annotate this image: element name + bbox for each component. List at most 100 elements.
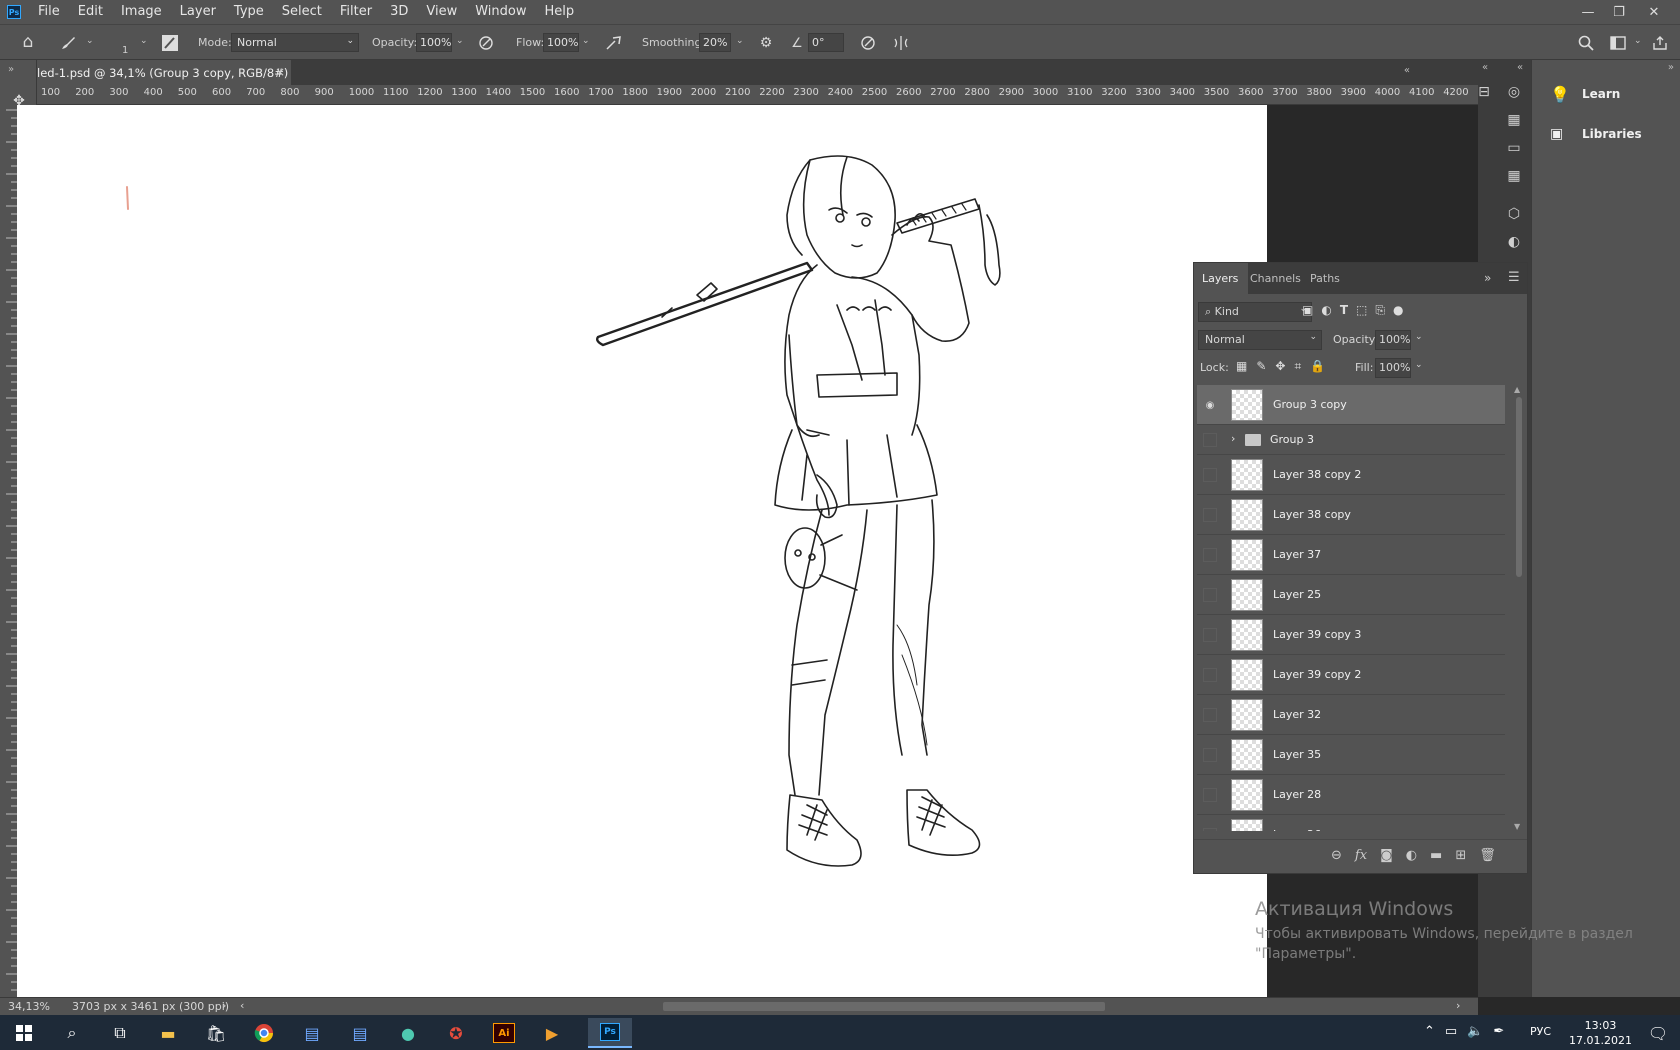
start-icon[interactable]	[2, 1018, 46, 1048]
photoshop-taskbar-icon[interactable]: Ps	[588, 1018, 632, 1048]
taskbar-search-icon[interactable]: ⌕	[50, 1018, 94, 1048]
pressure-size-icon[interactable]	[858, 33, 878, 53]
clock[interactable]: 13:03 17.01.2021	[1569, 1018, 1632, 1048]
new-group-folder-icon[interactable]: ▬	[1430, 848, 1442, 863]
illustrator-icon[interactable]: Ai	[482, 1018, 526, 1048]
zoom-level[interactable]: 34,13%	[8, 1000, 50, 1013]
lock-transparent-icon[interactable]: ▦	[1236, 359, 1247, 374]
layer-visibility-eye-icon[interactable]	[1203, 508, 1217, 522]
layer-list-scrollbar[interactable]: ▲ ▼	[1514, 385, 1524, 831]
menu-select[interactable]: Select	[273, 0, 331, 24]
menu-window[interactable]: Window	[466, 0, 535, 24]
gradients-icon[interactable]: ▭	[1500, 134, 1528, 162]
menu-filter[interactable]: Filter	[331, 0, 381, 24]
layer-row[interactable]: ◉ Group 3 copy	[1197, 385, 1505, 425]
panel-menu-icon[interactable]: ☰	[1508, 270, 1520, 285]
scroll-left-icon[interactable]: ‹	[240, 999, 244, 1012]
app-circle-icon[interactable]: ●	[386, 1018, 430, 1048]
layer-row[interactable]: Layer 28	[1197, 775, 1505, 815]
layer-visibility-eye-icon[interactable]	[1203, 468, 1217, 482]
mode-select[interactable]: Normal ⌄	[231, 33, 359, 52]
menu-view[interactable]: View	[417, 0, 466, 24]
pen-icon[interactable]: ✒	[1493, 1024, 1504, 1039]
collapse-panels-icon[interactable]: «	[1404, 65, 1410, 76]
collapse-toolbar-icon[interactable]: »	[8, 64, 14, 75]
media-app-icon[interactable]: ▶	[530, 1018, 574, 1048]
angle-input[interactable]: 0°	[808, 33, 844, 52]
layer-row[interactable]: Layer 35	[1197, 735, 1505, 775]
delete-layer-trash-icon[interactable]: 🗑	[1479, 848, 1496, 863]
filter-pixel-icon[interactable]: ▣	[1302, 303, 1313, 318]
airbrush-icon[interactable]	[604, 33, 624, 53]
layer-visibility-eye-icon[interactable]	[1203, 433, 1217, 447]
workspace-icon[interactable]	[1608, 33, 1628, 53]
link-layers-icon[interactable]: ⊖	[1331, 848, 1342, 863]
cube-icon[interactable]: ⬡	[1500, 200, 1528, 228]
layer-row[interactable]: Layer 39 copy 3	[1197, 615, 1505, 655]
fill-input[interactable]: 100%	[1375, 358, 1411, 378]
adjustments-icon[interactable]: ◐	[1500, 228, 1528, 256]
flow-input[interactable]: 100%	[543, 33, 579, 52]
new-layer-icon[interactable]: ⊞	[1455, 848, 1466, 863]
smoothing-settings-gear-icon[interactable]: ⚙	[756, 33, 776, 53]
status-chevron-icon[interactable]: ›	[222, 999, 226, 1012]
layer-group-row[interactable]: › Group 3	[1197, 425, 1505, 455]
collapse-dock-icon[interactable]: «	[1482, 62, 1488, 73]
side-panel-menu-icon[interactable]: »	[1668, 62, 1674, 73]
layer-row[interactable]: Layer 26	[1197, 815, 1505, 831]
scroll-right-icon[interactable]: ›	[1456, 999, 1460, 1012]
3d-panel-icon[interactable]: ◎	[1500, 78, 1528, 106]
group-expand-chevron-icon[interactable]: ›	[1231, 432, 1235, 445]
layer-visibility-eye-icon[interactable]: ◉	[1203, 398, 1217, 412]
app-window-icon-2[interactable]: ▤	[338, 1018, 382, 1048]
symmetry-icon[interactable]	[891, 33, 911, 53]
expand-dock-icon[interactable]: «	[1517, 62, 1523, 73]
opacity-chevron-icon[interactable]: ⌄	[456, 36, 464, 46]
network-icon[interactable]: ▭	[1445, 1024, 1457, 1039]
share-icon[interactable]	[1650, 33, 1670, 53]
lock-position-icon[interactable]: ✥	[1275, 359, 1285, 374]
filter-smart-object-icon[interactable]: ⎘	[1375, 303, 1385, 318]
document-info[interactable]: 3703 px x 3461 px (300 ppi)	[72, 1000, 229, 1013]
smoothing-chevron-icon[interactable]: ⌄	[736, 36, 744, 46]
brush-tool-preset-icon[interactable]	[58, 33, 78, 53]
layer-visibility-eye-icon[interactable]	[1203, 548, 1217, 562]
horizontal-scrollbar[interactable]	[663, 1002, 1105, 1011]
tab-paths[interactable]: Paths	[1310, 263, 1340, 294]
libraries-item[interactable]: ▣ Libraries	[1532, 116, 1680, 152]
restore-icon[interactable]: ❐	[1603, 0, 1635, 24]
history-icon[interactable]: ⊟	[1470, 78, 1498, 106]
layer-visibility-eye-icon[interactable]	[1203, 748, 1217, 762]
smoothing-input[interactable]: 20%	[699, 33, 731, 52]
lock-image-icon[interactable]: ✎	[1256, 359, 1266, 374]
brush-size-chevron-icon[interactable]: ⌄	[140, 36, 148, 46]
learn-item[interactable]: 💡 Learn	[1532, 76, 1680, 112]
layer-visibility-eye-icon[interactable]	[1203, 588, 1217, 602]
swatches-grid-icon[interactable]: ▦	[1500, 106, 1528, 134]
layer-visibility-eye-icon[interactable]	[1203, 668, 1217, 682]
layer-visibility-eye-icon[interactable]	[1203, 828, 1217, 831]
filter-adjustment-icon[interactable]: ◐	[1321, 303, 1331, 318]
file-explorer-icon[interactable]: ▬	[146, 1018, 190, 1048]
store-icon[interactable]: 🛍	[194, 1018, 238, 1048]
pressure-opacity-icon[interactable]	[476, 33, 496, 53]
close-tab-icon[interactable]: ×	[275, 65, 285, 79]
close-window-icon[interactable]: ✕	[1638, 0, 1670, 24]
filter-type-icon[interactable]: T	[1340, 303, 1348, 318]
menu-layer[interactable]: Layer	[171, 0, 225, 24]
layer-opacity-chevron-icon[interactable]: ⌄	[1415, 332, 1423, 342]
document-tab[interactable]: led-1.psd @ 34,1% (Group 3 copy, RGB/8#)…	[37, 60, 291, 85]
layer-row[interactable]: Layer 32	[1197, 695, 1505, 735]
fill-chevron-icon[interactable]: ⌄	[1415, 360, 1423, 370]
patterns-icon[interactable]: ▦	[1500, 162, 1528, 190]
layer-row[interactable]: Layer 37	[1197, 535, 1505, 575]
minimize-icon[interactable]: —	[1572, 0, 1604, 24]
menu-3d[interactable]: 3D	[381, 0, 417, 24]
layer-row[interactable]: Layer 25	[1197, 575, 1505, 615]
panel-collapse-icon[interactable]: »	[1484, 271, 1491, 285]
layer-visibility-eye-icon[interactable]	[1203, 708, 1217, 722]
blend-mode-select[interactable]: Normal ⌄	[1198, 330, 1322, 350]
layer-row[interactable]: Layer 39 copy 2	[1197, 655, 1505, 695]
app-red-icon[interactable]: ✪	[434, 1018, 478, 1048]
menu-help[interactable]: Help	[536, 0, 584, 24]
